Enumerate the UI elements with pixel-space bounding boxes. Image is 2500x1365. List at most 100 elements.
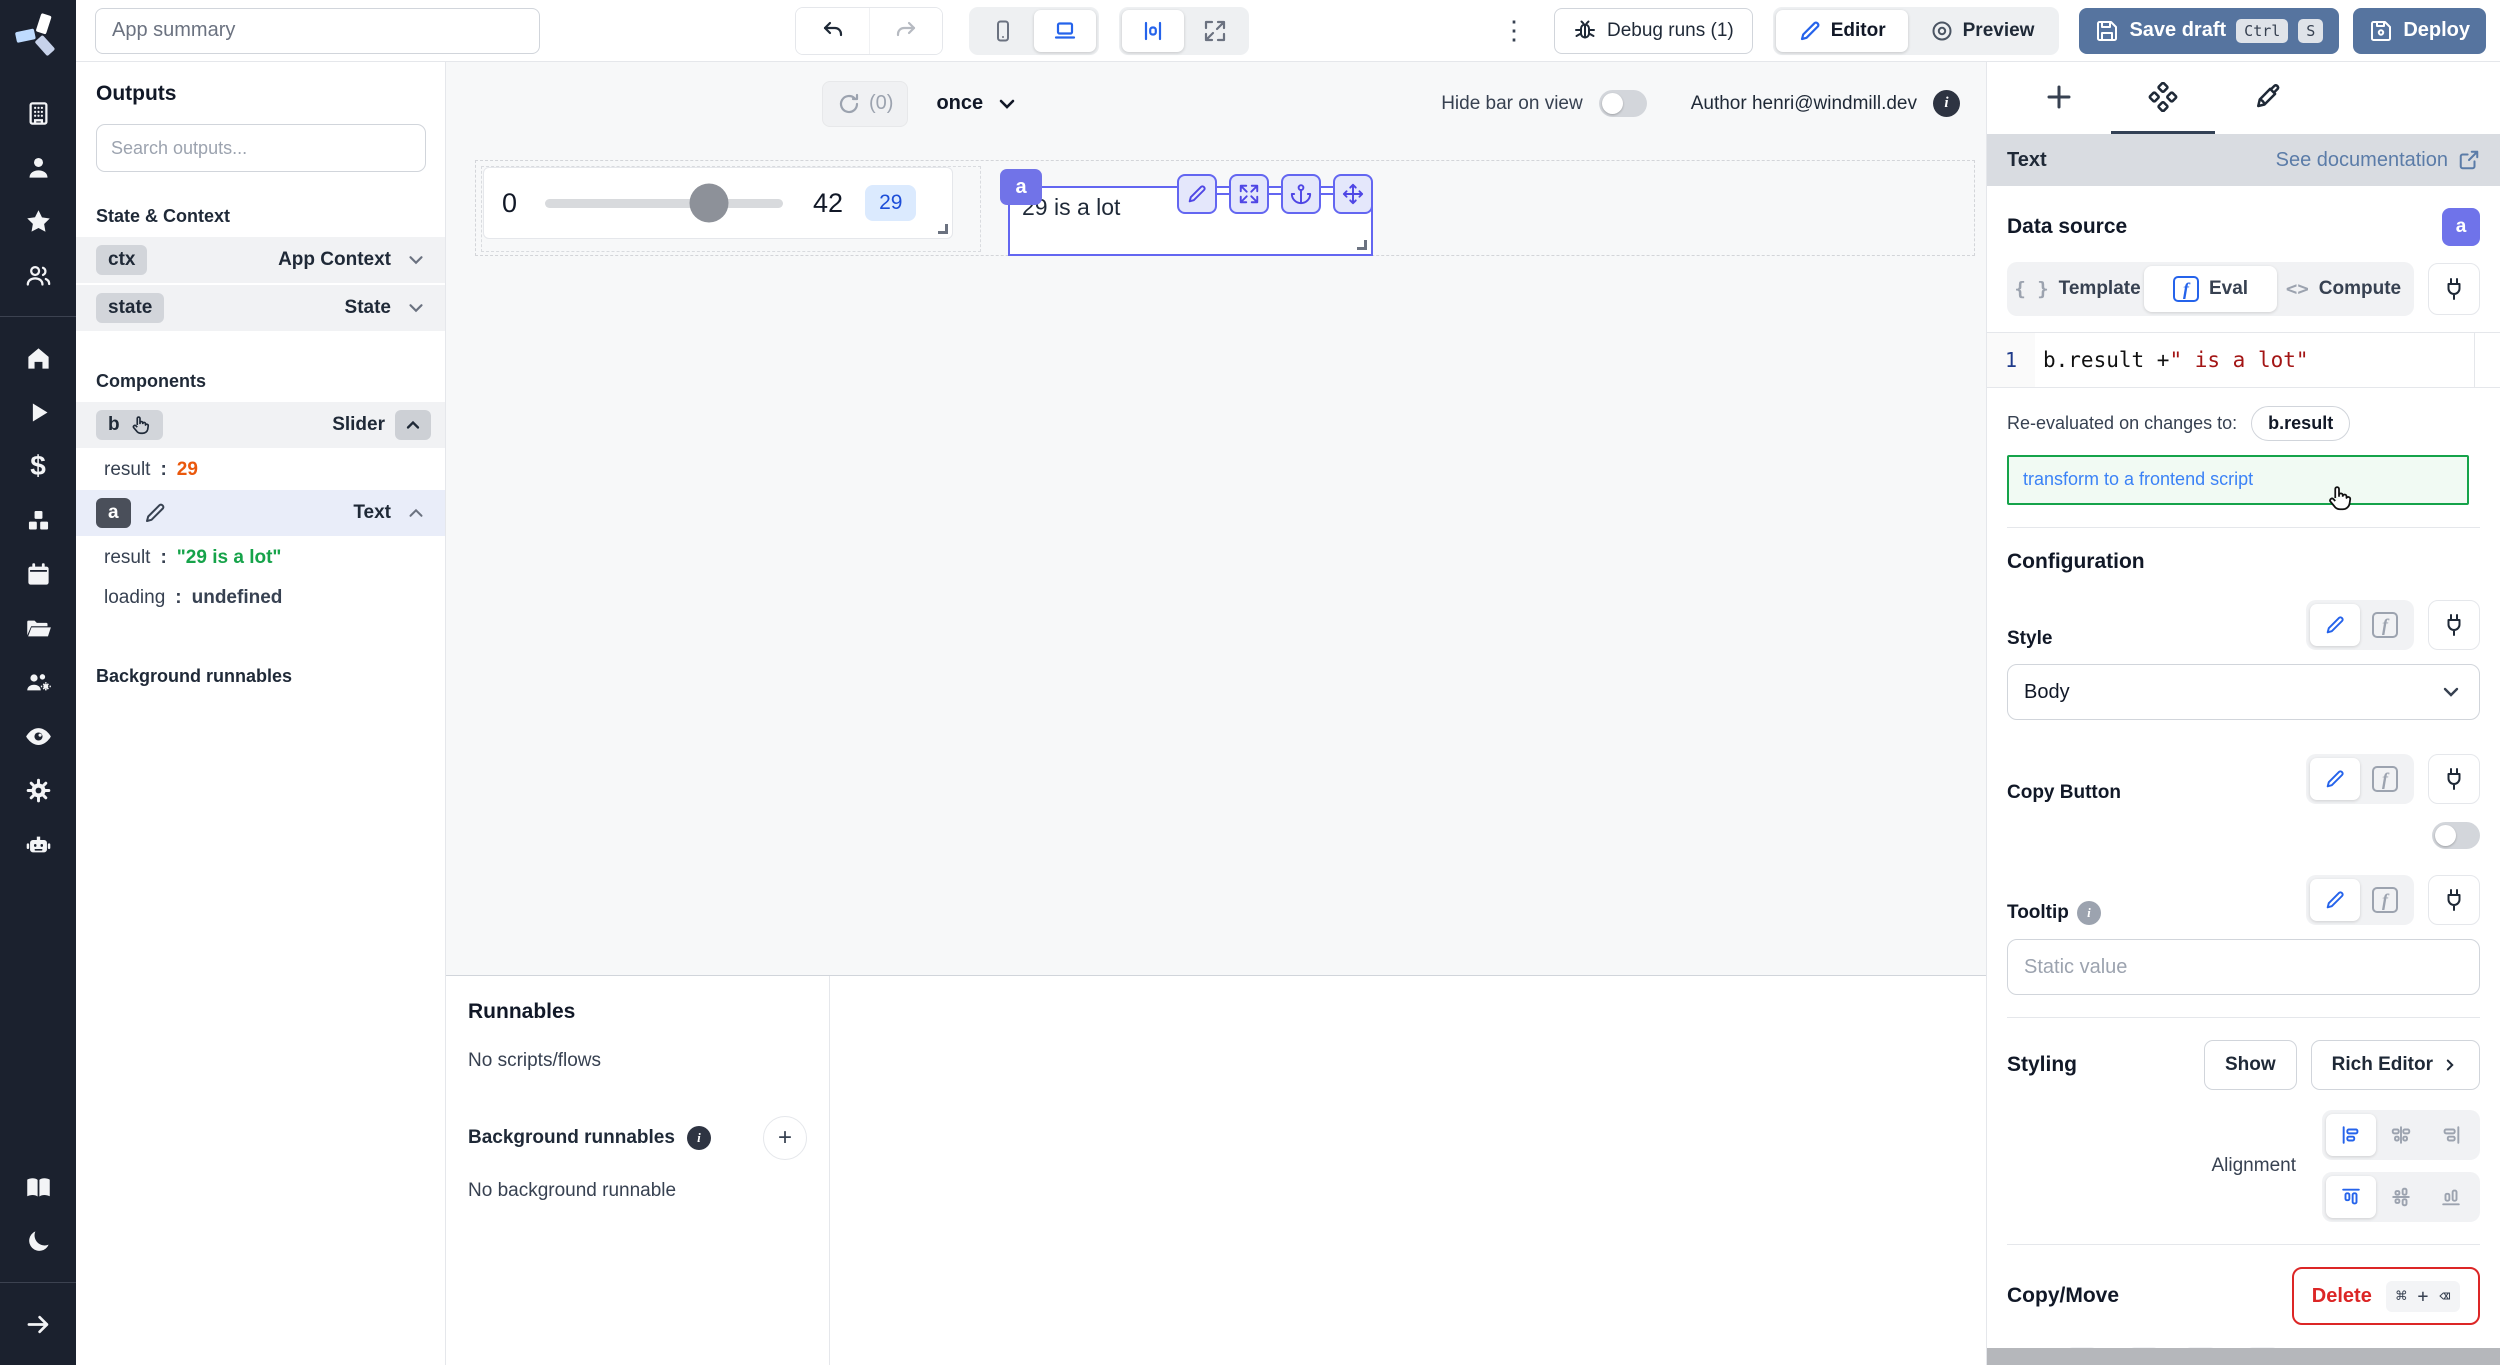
plug-icon bbox=[2442, 888, 2466, 912]
align-top-button[interactable] bbox=[2326, 1176, 2376, 1218]
info-icon[interactable]: i bbox=[1933, 90, 1960, 117]
tab-template[interactable]: { } Template bbox=[2011, 266, 2144, 312]
transform-to-frontend-script-link[interactable]: transform to a frontend script bbox=[2023, 469, 2253, 489]
component-row-a[interactable]: a Text bbox=[76, 490, 445, 536]
text-component-selected[interactable]: a 29 is a lot bbox=[1008, 186, 1373, 256]
style-select[interactable]: Body bbox=[2007, 664, 2480, 720]
a-result-row[interactable]: result:"29 is a lot" bbox=[76, 538, 445, 578]
eval-code-editor[interactable]: 1 b.result + " is a lot" bbox=[1987, 332, 2500, 388]
output-row-ctx[interactable]: ctx App Context bbox=[76, 237, 445, 283]
connect-style-button[interactable] bbox=[2428, 600, 2480, 650]
align-left-button[interactable] bbox=[2326, 1114, 2376, 1156]
connect-data-source-button[interactable] bbox=[2428, 263, 2480, 315]
undo-button[interactable] bbox=[796, 8, 869, 54]
mobile-view-button[interactable] bbox=[972, 10, 1034, 52]
tab-preview[interactable]: Preview bbox=[1908, 10, 2057, 52]
desktop-view-button[interactable] bbox=[1034, 10, 1096, 52]
tooltip-input[interactable] bbox=[2007, 939, 2480, 995]
sidebar-item-folders[interactable] bbox=[16, 608, 60, 648]
slider-track[interactable] bbox=[545, 199, 783, 208]
grid-row: 0 42 29 a 29 is a lot bbox=[475, 160, 1975, 256]
copy-button-toggle[interactable] bbox=[2432, 822, 2480, 849]
sidebar-collapse-button[interactable] bbox=[16, 1304, 60, 1344]
rich-editor-button[interactable]: Rich Editor bbox=[2311, 1040, 2480, 1090]
center-content-button[interactable] bbox=[1122, 10, 1184, 52]
static-mode-button[interactable] bbox=[2310, 604, 2360, 646]
sidebar-item-groups[interactable] bbox=[16, 255, 60, 295]
eval-mode-button[interactable]: f bbox=[2360, 604, 2410, 646]
horizontal-scrollbar[interactable] bbox=[1987, 1348, 2500, 1365]
moon-icon bbox=[25, 1228, 52, 1255]
sidebar-item-workspace[interactable] bbox=[16, 93, 60, 133]
sidebar-item-settings[interactable] bbox=[16, 770, 60, 810]
align-right-button[interactable] bbox=[2426, 1114, 2476, 1156]
code-icon: <> bbox=[2286, 278, 2309, 300]
output-row-state[interactable]: state State bbox=[76, 285, 445, 331]
full-width-button[interactable] bbox=[1184, 10, 1246, 52]
eval-mode-button[interactable]: f bbox=[2360, 879, 2410, 921]
tab-editor[interactable]: Editor bbox=[1776, 10, 1908, 52]
redo-button[interactable] bbox=[869, 8, 942, 54]
sidebar-item-ai[interactable] bbox=[16, 824, 60, 864]
sidebar-item-schedules[interactable] bbox=[16, 554, 60, 594]
editor-scrollbar[interactable] bbox=[2474, 333, 2500, 387]
add-background-runnable-button[interactable]: + bbox=[763, 1116, 807, 1160]
sidebar-item-favorites[interactable] bbox=[16, 201, 60, 241]
hide-bar-toggle[interactable] bbox=[1599, 90, 1647, 117]
static-mode-button[interactable] bbox=[2310, 879, 2360, 921]
code-expression: b.result + bbox=[2043, 348, 2169, 372]
app-summary-input[interactable] bbox=[95, 8, 540, 54]
search-outputs-input[interactable] bbox=[96, 124, 426, 172]
debug-runs-button[interactable]: Debug runs (1) bbox=[1554, 8, 1753, 54]
a-loading-row[interactable]: loading:undefined bbox=[76, 578, 445, 618]
connect-copy-button[interactable] bbox=[2428, 754, 2480, 804]
connect-tooltip-button[interactable] bbox=[2428, 875, 2480, 925]
see-documentation-link[interactable]: See documentation bbox=[2276, 149, 2480, 172]
chevron-down-icon[interactable] bbox=[401, 245, 431, 275]
sidebar-divider bbox=[0, 316, 76, 317]
sidebar-item-resources[interactable] bbox=[16, 500, 60, 540]
resize-handle[interactable] bbox=[938, 224, 948, 234]
styling-title: Styling bbox=[2007, 1053, 2077, 1077]
tab-compute[interactable]: <> Compute bbox=[2277, 266, 2410, 312]
deploy-button[interactable]: Deploy bbox=[2353, 8, 2486, 54]
anchor-component-button[interactable] bbox=[1281, 174, 1321, 214]
sidebar-item-workers[interactable] bbox=[16, 662, 60, 702]
delete-component-button[interactable]: Delete ⌘ + ⌫ bbox=[2292, 1267, 2480, 1325]
app-canvas[interactable]: 0 42 29 a 29 is a lot bbox=[446, 145, 1986, 975]
eval-mode-button[interactable]: f bbox=[2360, 758, 2410, 800]
pencil-icon[interactable] bbox=[143, 501, 167, 525]
show-styling-button[interactable]: Show bbox=[2204, 1040, 2297, 1090]
component-row-b[interactable]: b Slider bbox=[76, 402, 445, 448]
more-options-button[interactable]: ⋮ bbox=[1499, 15, 1529, 46]
tab-eval[interactable]: f Eval bbox=[2144, 266, 2277, 312]
sidebar-item-home[interactable] bbox=[16, 338, 60, 378]
static-mode-button[interactable] bbox=[2310, 758, 2360, 800]
windmill-logo-icon[interactable] bbox=[15, 12, 61, 58]
expand-component-button[interactable] bbox=[1229, 174, 1269, 214]
b-result-row[interactable]: result:29 bbox=[76, 450, 445, 490]
tab-insert-component[interactable] bbox=[2007, 62, 2111, 134]
edit-component-button[interactable] bbox=[1177, 174, 1217, 214]
refresh-runs-button[interactable]: (0) bbox=[822, 81, 908, 127]
move-component-button[interactable] bbox=[1333, 174, 1373, 214]
sidebar-item-runs[interactable] bbox=[16, 392, 60, 432]
schedule-dropdown[interactable]: once bbox=[936, 92, 1019, 116]
sidebar-item-audit-logs[interactable] bbox=[16, 716, 60, 756]
sidebar-item-user[interactable] bbox=[16, 147, 60, 187]
sidebar-item-variables[interactable]: $ bbox=[16, 446, 60, 486]
sidebar-item-docs[interactable] bbox=[16, 1167, 60, 1207]
slider-component[interactable]: 0 42 29 bbox=[483, 167, 953, 239]
save-draft-button[interactable]: Save draft Ctrl S bbox=[2079, 8, 2339, 54]
align-center-v-button[interactable] bbox=[2376, 1176, 2426, 1218]
sidebar-item-theme[interactable] bbox=[16, 1221, 60, 1261]
tab-global-styling[interactable] bbox=[2215, 62, 2319, 134]
resize-handle[interactable] bbox=[1357, 240, 1367, 250]
align-bottom-button[interactable] bbox=[2426, 1176, 2476, 1218]
tab-component-settings[interactable] bbox=[2111, 62, 2215, 134]
collapse-b-button[interactable] bbox=[395, 410, 431, 440]
chevron-down-icon[interactable] bbox=[401, 293, 431, 323]
chevron-up-icon[interactable] bbox=[401, 498, 431, 528]
slider-handle[interactable] bbox=[690, 184, 729, 223]
align-center-h-button[interactable] bbox=[2376, 1114, 2426, 1156]
